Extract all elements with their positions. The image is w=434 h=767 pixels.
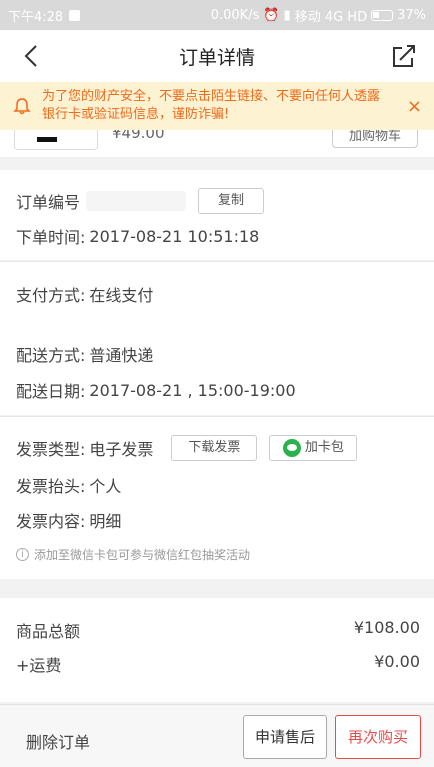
invoice-type-value: 电子发票: [89, 440, 154, 459]
page-title: 订单详情: [178, 46, 255, 69]
order-number-row: 订单编号 复制: [16, 188, 265, 214]
wechat-icon: [282, 438, 301, 457]
goods-item: ¥49.00 加购物车: [0, 130, 434, 158]
share-icon[interactable]: [388, 40, 420, 72]
rebuy-button[interactable]: 再次购买: [335, 715, 421, 759]
wechat-tip-text: 添加至微信卡包可参与微信红包抽奖活动: [34, 548, 251, 562]
battery-icon: [371, 9, 394, 21]
after-sale-button[interactable]: 申请售后: [243, 715, 327, 759]
invoice-title-value: 个人: [89, 477, 122, 496]
order-info-section: 订单编号 复制 下单时间: 2017-08-21 10:51:18: [0, 170, 434, 260]
add-to-cart-button[interactable]: 加购物车: [332, 130, 418, 148]
bell-icon: [13, 98, 31, 115]
shipping-fee-label: +运费: [16, 656, 62, 675]
battery-level: 37%: [397, 7, 426, 23]
shipping-method-label: 配送方式:: [16, 346, 86, 365]
invoice-type-label: 发票类型:: [16, 440, 86, 459]
delivery-date-row: 配送日期: 2017-08-21 , 15:00-19:00: [16, 378, 296, 402]
back-arrow-icon[interactable]: [16, 40, 48, 72]
delivery-section: 支付方式: 在线支付 配送方式: 普通快递 配送日期: 2017-08-21 ,…: [0, 262, 434, 415]
carrier-label: 移动 4G HD: [294, 9, 368, 25]
order-time-label: 下单时间:: [16, 228, 86, 247]
nav-bar: 订单详情: [0, 30, 434, 82]
invoice-title-label: 发票抬头:: [16, 477, 86, 496]
invoice-type-row: 发票类型: 电子发票 下载发票 加卡包: [16, 435, 358, 461]
shipping-method-value: 普通快递: [89, 346, 154, 365]
signal-icon: ▮: [283, 7, 291, 23]
status-bar: 下午4:28 0.00K/s ⏰ ▮ 移动 4G HD 37%: [0, 0, 434, 30]
order-time-value: 2017-08-21 10:51:18: [89, 226, 260, 246]
notification-icon: [69, 9, 81, 21]
order-time-row: 下单时间: 2017-08-21 10:51:18: [16, 224, 259, 248]
add-card-label: 加卡包: [304, 440, 344, 455]
download-invoice-button[interactable]: 下载发票: [171, 435, 258, 461]
invoice-title-row: 发票抬头: 个人: [16, 473, 121, 497]
shipping-method-row: 配送方式: 普通快递: [16, 342, 153, 366]
product-thumbnail[interactable]: [14, 130, 98, 150]
shipping-fee-value: ¥0.00: [374, 652, 420, 671]
delivery-date-value: 2017-08-21 , 15:00-19:00: [89, 380, 296, 400]
close-icon[interactable]: ×: [407, 96, 422, 117]
notice-text: 为了您的财产安全，不要点击陌生链接、不要向任何人透露银行卡或验证码信息，谨防诈骗…: [42, 89, 381, 122]
goods-total-label: 商品总额: [16, 622, 81, 641]
payment-method-label: 支付方式:: [16, 286, 86, 305]
copy-button[interactable]: 复制: [198, 188, 265, 214]
info-icon: i: [16, 548, 29, 561]
invoice-content-row: 发票内容: 明细: [16, 508, 121, 532]
goods-total-row: 商品总额 ¥108.00: [16, 618, 420, 642]
shipping-fee-row: +运费 ¥0.00: [16, 652, 420, 676]
invoice-content-label: 发票内容:: [16, 512, 86, 531]
payment-method-value: 在线支付: [89, 286, 154, 305]
product-price: ¥49.00: [112, 130, 165, 142]
network-speed: 0.00K/s: [210, 7, 260, 23]
invoice-content-value: 明细: [89, 512, 122, 531]
add-to-card-wallet-button[interactable]: 加卡包: [269, 435, 358, 461]
summary-section: 商品总额 ¥108.00 +运费 ¥0.00: [0, 598, 434, 702]
wechat-tip: i 添加至微信卡包可参与微信红包抽奖活动: [16, 546, 250, 563]
security-notice: 为了您的财产安全，不要点击陌生链接、不要向任何人透露银行卡或验证码信息，谨防诈骗…: [0, 82, 434, 130]
order-number-value: [86, 191, 187, 211]
payment-method-row: 支付方式: 在线支付: [16, 282, 153, 306]
bottom-action-bar: 删除订单 申请售后 再次购买: [0, 704, 434, 767]
delete-order-button[interactable]: 删除订单: [26, 729, 90, 753]
delivery-date-label: 配送日期:: [16, 382, 86, 401]
goods-total-value: ¥108.00: [353, 618, 420, 637]
alarm-icon: ⏰: [263, 7, 280, 23]
order-number-label: 订单编号: [16, 193, 81, 212]
status-time: 下午4:28: [8, 9, 64, 25]
